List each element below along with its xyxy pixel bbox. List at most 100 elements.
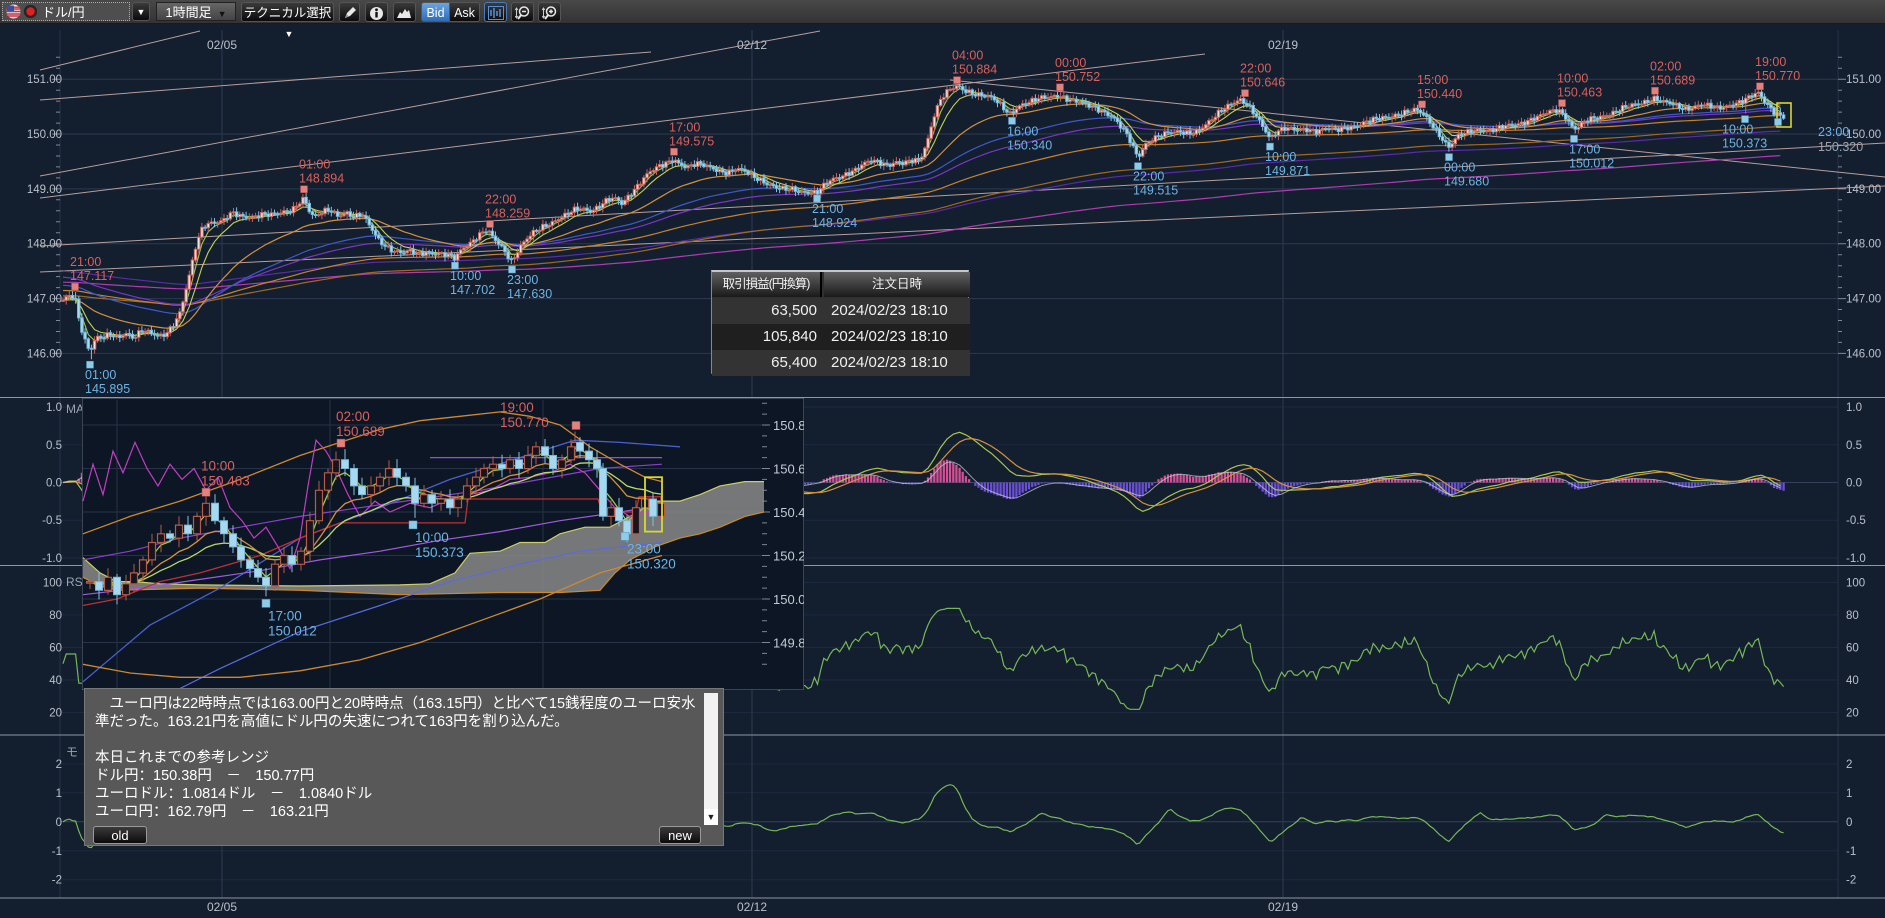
svg-text:147.630: 147.630 — [507, 287, 552, 301]
svg-text:40: 40 — [1846, 675, 1859, 687]
svg-text:20: 20 — [49, 708, 62, 720]
svg-text:150.00: 150.00 — [27, 129, 62, 141]
svg-text:147.117: 147.117 — [70, 269, 114, 283]
svg-text:10:00: 10:00 — [201, 458, 235, 473]
svg-text:17:00: 17:00 — [669, 120, 700, 134]
svg-text:151.00: 151.00 — [27, 74, 62, 86]
svg-text:-1.0: -1.0 — [1846, 553, 1866, 565]
svg-text:149.515: 149.515 — [1133, 184, 1178, 198]
svg-text:0.5: 0.5 — [46, 440, 62, 452]
svg-text:21:00: 21:00 — [812, 202, 843, 216]
svg-text:02/19: 02/19 — [1268, 38, 1298, 52]
svg-text:0: 0 — [56, 817, 62, 829]
svg-text:-1: -1 — [52, 846, 62, 858]
svg-text:02:00: 02:00 — [1650, 59, 1681, 73]
svg-text:150.689: 150.689 — [336, 424, 385, 439]
svg-text:150.2: 150.2 — [773, 549, 804, 564]
svg-text:149.680: 149.680 — [1444, 175, 1489, 189]
svg-text:17:00: 17:00 — [1569, 142, 1600, 156]
svg-text:149.871: 149.871 — [1265, 164, 1310, 178]
svg-text:149.575: 149.575 — [669, 134, 714, 148]
svg-text:150.8: 150.8 — [773, 418, 804, 433]
svg-text:02:00: 02:00 — [336, 409, 370, 424]
svg-text:60: 60 — [1846, 643, 1859, 655]
svg-text:-0.5: -0.5 — [1846, 515, 1866, 527]
svg-text:15:00: 15:00 — [1417, 73, 1448, 87]
svg-text:60: 60 — [49, 643, 62, 655]
svg-text:モ: モ — [66, 745, 78, 759]
svg-text:-0.5: -0.5 — [42, 515, 62, 527]
svg-text:-1.0: -1.0 — [42, 553, 62, 565]
svg-text:0.0: 0.0 — [1846, 478, 1862, 490]
svg-text:17:00: 17:00 — [268, 608, 302, 623]
svg-text:80: 80 — [1846, 610, 1859, 622]
svg-text:02/12: 02/12 — [737, 38, 767, 52]
svg-text:150.320: 150.320 — [1818, 140, 1863, 154]
svg-text:149.00: 149.00 — [1846, 184, 1881, 196]
svg-text:22:00: 22:00 — [485, 193, 516, 207]
svg-text:148.924: 148.924 — [812, 216, 857, 230]
svg-text:01:00: 01:00 — [299, 158, 330, 172]
svg-text:16:00: 16:00 — [1007, 124, 1038, 138]
svg-text:RS: RS — [66, 575, 83, 589]
svg-text:22:00: 22:00 — [1133, 170, 1164, 184]
svg-text:02/05: 02/05 — [207, 38, 237, 52]
svg-text:23:00: 23:00 — [627, 541, 661, 556]
svg-text:10:00: 10:00 — [450, 269, 481, 283]
svg-text:150.373: 150.373 — [415, 545, 464, 560]
svg-text:1.0: 1.0 — [46, 402, 62, 414]
svg-text:147.702: 147.702 — [450, 283, 495, 297]
svg-text:02/19: 02/19 — [1268, 900, 1298, 914]
svg-text:21:00: 21:00 — [70, 255, 101, 269]
svg-text:148.894: 148.894 — [299, 172, 344, 186]
svg-text:150.463: 150.463 — [1557, 86, 1602, 100]
svg-text:-2: -2 — [1846, 875, 1856, 887]
svg-text:150.320: 150.320 — [627, 556, 676, 571]
svg-text:100: 100 — [1846, 577, 1865, 589]
svg-text:20: 20 — [1846, 708, 1859, 720]
svg-text:1: 1 — [56, 788, 62, 800]
svg-text:2: 2 — [1846, 759, 1852, 771]
svg-text:150.012: 150.012 — [1569, 156, 1614, 170]
svg-text:00:00: 00:00 — [1444, 161, 1475, 175]
svg-text:23:00: 23:00 — [1818, 125, 1849, 139]
svg-text:146.00: 146.00 — [27, 348, 62, 360]
svg-text:149.00: 149.00 — [27, 184, 62, 196]
svg-text:02/12: 02/12 — [737, 900, 767, 914]
svg-text:150.012: 150.012 — [268, 623, 317, 638]
svg-text:150.340: 150.340 — [1007, 138, 1052, 152]
svg-text:150.752: 150.752 — [1055, 70, 1100, 84]
svg-text:150.689: 150.689 — [1650, 73, 1695, 87]
svg-text:148.259: 148.259 — [485, 207, 530, 221]
svg-text:10:00: 10:00 — [1722, 123, 1753, 137]
svg-text:150.4: 150.4 — [773, 505, 804, 520]
svg-text:00:00: 00:00 — [1055, 56, 1086, 70]
svg-text:146.00: 146.00 — [1846, 348, 1881, 360]
svg-text:19:00: 19:00 — [1755, 55, 1786, 69]
svg-text:04:00: 04:00 — [952, 49, 983, 63]
svg-text:150.463: 150.463 — [201, 473, 250, 488]
svg-text:23:00: 23:00 — [507, 273, 538, 287]
svg-text:151.00: 151.00 — [1846, 74, 1881, 86]
svg-text:22:00: 22:00 — [1240, 62, 1271, 76]
svg-text:0.5: 0.5 — [1846, 440, 1862, 452]
svg-text:10:00: 10:00 — [1557, 72, 1588, 86]
svg-text:147.00: 147.00 — [1846, 294, 1881, 306]
svg-text:145.895: 145.895 — [85, 382, 130, 396]
svg-text:-2: -2 — [52, 875, 62, 887]
svg-text:10:00: 10:00 — [1265, 150, 1296, 164]
svg-text:1.0: 1.0 — [1846, 402, 1862, 414]
svg-text:150.0: 150.0 — [773, 592, 804, 607]
svg-text:0.0: 0.0 — [46, 478, 62, 490]
svg-text:10:00: 10:00 — [415, 530, 449, 545]
svg-text:2: 2 — [56, 759, 62, 771]
svg-text:150.884: 150.884 — [952, 63, 997, 77]
svg-text:-1: -1 — [1846, 846, 1856, 858]
svg-text:148.00: 148.00 — [1846, 239, 1881, 251]
svg-text:150.770: 150.770 — [1755, 69, 1800, 83]
svg-text:147.00: 147.00 — [27, 294, 62, 306]
svg-text:40: 40 — [49, 675, 62, 687]
svg-text:100: 100 — [43, 577, 62, 589]
svg-text:01:00: 01:00 — [85, 368, 116, 382]
svg-text:0: 0 — [1846, 817, 1852, 829]
